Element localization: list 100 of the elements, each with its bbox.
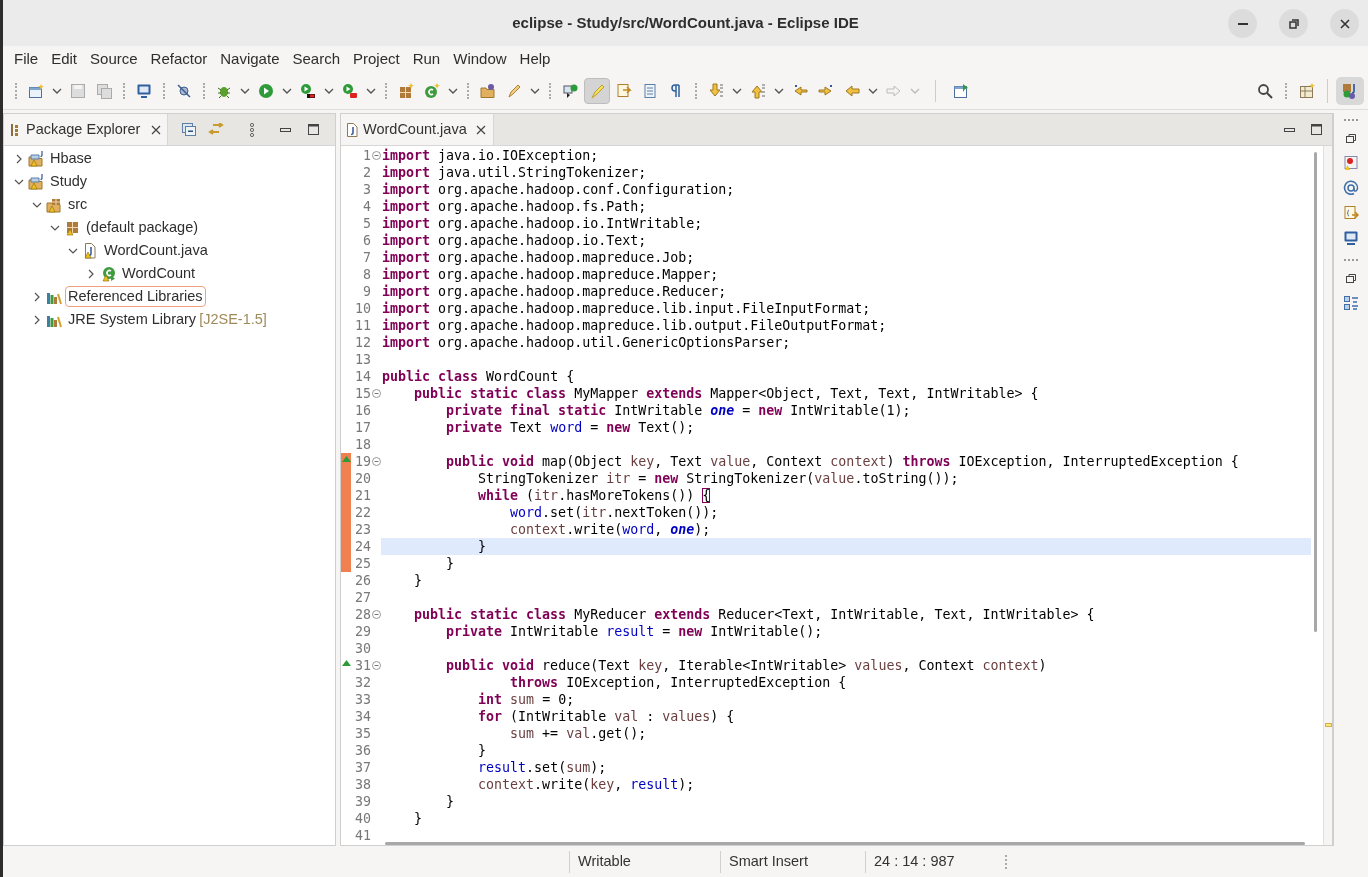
collapsed-chevron-icon[interactable] [34,314,40,325]
collapse-fold-icon[interactable] [371,389,381,398]
collapse-fold-icon[interactable] [371,661,381,670]
minimize-icon[interactable] [1284,127,1295,132]
new-package-icon[interactable] [398,82,414,99]
tree-item[interactable]: Study [47,169,91,194]
problems-icon[interactable] [1343,155,1359,171]
caret-icon[interactable] [324,87,334,94]
caret-icon[interactable] [52,87,62,94]
code-line: import org.apache.hadoop.mapreduce.Reducer; [382,284,727,299]
collapsed-chevron-icon[interactable] [34,291,40,302]
tree-item[interactable]: (default package) [83,215,202,240]
caret-icon[interactable] [868,87,878,94]
minimize-icon[interactable] [280,127,292,132]
tree-item[interactable]: Referenced Libraries [65,286,206,307]
line-number: 20 [354,470,371,487]
menu-item[interactable]: Source [84,47,144,71]
view-tab[interactable]: Package Explorer [4,114,169,145]
view-title: Package Explorer [26,119,141,139]
caret-icon[interactable] [240,87,250,94]
caret-icon[interactable] [732,87,742,94]
javadoc-icon[interactable] [1343,180,1359,196]
editor-tab[interactable]: WordCount.java [341,114,494,145]
close-icon[interactable] [475,124,486,135]
caret-icon[interactable] [774,87,784,94]
tree-item[interactable]: src [65,192,91,217]
declaration-icon[interactable] [1343,205,1359,221]
toggle-button[interactable] [584,77,610,104]
collapsed-chevron-icon[interactable] [16,153,22,164]
line-number: 33 [354,691,371,708]
console-icon[interactable] [1343,230,1359,246]
code-line: private final static IntWritable one = new IntWritable(1); [445,403,911,418]
caret-icon[interactable] [530,87,540,94]
tree-item[interactable]: WordCount.java [101,238,211,263]
line-number: 32 [354,674,371,691]
caret-icon[interactable] [282,87,292,94]
restore-button[interactable] [1279,9,1308,38]
line-number: 41 [354,827,371,844]
menu-item[interactable]: Edit [45,47,84,71]
menu-item[interactable]: Refactor [144,47,214,71]
line-number: 11 [354,317,371,334]
pen-icon[interactable] [506,82,522,99]
previous-annotation-icon[interactable] [750,82,766,99]
expanded-chevron-icon[interactable] [14,178,24,185]
back-arrow-icon[interactable] [844,82,860,99]
maximize-icon[interactable] [1311,124,1322,135]
caret-icon[interactable] [366,87,376,94]
annotation-icon[interactable] [616,82,632,99]
new-window-icon[interactable] [28,82,44,99]
menu-item[interactable]: Search [286,47,346,71]
coverage-icon[interactable] [300,82,316,99]
menu-item[interactable]: Help [513,47,557,71]
collapse-fold-icon[interactable] [371,151,381,160]
expanded-chevron-icon[interactable] [50,224,60,231]
search-icon[interactable] [1257,82,1273,99]
package-icon [64,219,80,236]
menu-item[interactable]: Window [447,47,513,71]
view-menu-icon[interactable] [250,122,255,137]
outline-icon[interactable] [1343,295,1359,311]
tree-item[interactable]: WordCount [119,261,199,286]
maximize-icon[interactable] [308,124,320,135]
code-line: StringTokenizer itr = new StringTokenizer(value.toString()); [477,471,959,486]
pin-window-icon[interactable] [953,82,969,99]
horizontal-scrollbar[interactable] [385,842,1305,845]
close-icon[interactable] [151,124,162,135]
tree-item[interactable]: JRE System Library [65,307,200,332]
collapse-fold-icon[interactable] [371,610,381,619]
open-perspective-icon[interactable] [1299,82,1315,99]
java-perspective-button[interactable] [1336,76,1364,105]
menu-item[interactable]: File [8,47,45,71]
menu-item[interactable]: Project [347,47,406,71]
new-class-icon[interactable] [424,82,440,99]
code-line: import org.apache.hadoop.mapreduce.lib.input.FileInputFormat; [382,301,871,316]
menu-item[interactable]: Run [406,47,447,71]
external-tools-icon[interactable] [342,82,358,99]
line-number: 39 [354,793,371,810]
expanded-chevron-icon[interactable] [32,201,42,208]
collapse-fold-icon[interactable] [371,457,381,466]
caret-icon[interactable] [448,87,458,94]
last-edit-icon[interactable] [792,82,808,99]
minimize-icon [1237,22,1248,25]
collapse-all-icon[interactable] [182,123,197,136]
open-folder-icon[interactable] [480,82,496,99]
hierarchy-icon[interactable] [562,82,578,99]
menu-item[interactable]: Navigate [214,47,286,71]
next-edit-icon[interactable] [818,82,834,99]
tree-item[interactable]: Hbase [47,146,95,171]
overview-marker[interactable] [1325,723,1332,727]
expanded-chevron-icon[interactable] [68,247,78,254]
code-line: throws IOException, InterruptedException { [509,675,847,690]
monitor-icon[interactable] [136,82,152,99]
minimize-button[interactable] [1228,9,1257,38]
next-annotation-icon[interactable] [708,82,724,99]
restore-icon [1288,18,1299,29]
vertical-scrollbar[interactable] [1314,152,1317,632]
skip-breakpoints-icon[interactable] [176,82,192,99]
collapsed-chevron-icon[interactable] [88,268,94,279]
run-icon[interactable] [258,82,274,99]
close-button[interactable] [1330,9,1359,38]
block-selection-icon[interactable] [642,82,658,99]
